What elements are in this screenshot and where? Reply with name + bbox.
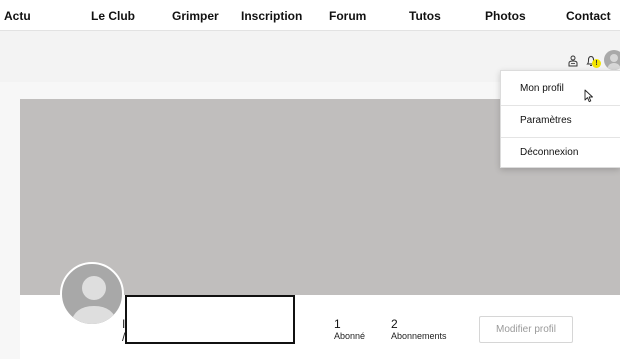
top-navigation: Actu Le Club Grimper Inscription Forum T…	[0, 0, 620, 30]
followers-stat[interactable]: 1 Abonné	[334, 318, 365, 342]
following-count: 2	[391, 317, 398, 331]
menu-item-parametres[interactable]: Paramètres	[501, 105, 620, 137]
user-dropdown-menu: Mon profil Paramètres Déconnexion	[500, 70, 620, 168]
mouse-cursor-icon	[584, 89, 594, 103]
following-stat[interactable]: 2 Abonnements	[391, 318, 447, 342]
followers-label: Abonné	[334, 331, 366, 341]
edit-profile-button[interactable]: Modifier profil	[479, 316, 573, 343]
menu-item-mon-profil[interactable]: Mon profil	[501, 73, 620, 105]
notification-badge: !	[592, 59, 601, 68]
following-label: Abonnements	[391, 331, 447, 341]
notification-bell[interactable]: !	[586, 54, 602, 68]
nav-item-contact[interactable]: Contact	[566, 9, 611, 23]
redacted-name-box	[125, 295, 295, 344]
followers-count: 1	[334, 317, 341, 331]
nav-item-forum[interactable]: Forum	[329, 9, 366, 23]
menu-item-deconnexion[interactable]: Déconnexion	[501, 137, 620, 169]
nav-item-photos[interactable]: Photos	[485, 9, 526, 23]
profile-avatar[interactable]	[60, 262, 124, 326]
people-icon[interactable]	[567, 54, 579, 67]
nav-item-inscription[interactable]: Inscription	[241, 9, 302, 23]
nav-item-tutos[interactable]: Tutos	[409, 9, 441, 23]
header-avatar[interactable]	[604, 50, 620, 70]
nav-item-actu[interactable]: Actu	[4, 9, 31, 23]
user-silhouette-icon	[607, 54, 620, 70]
nav-item-le-club[interactable]: Le Club	[91, 9, 135, 23]
nav-item-grimper[interactable]: Grimper	[172, 9, 219, 23]
